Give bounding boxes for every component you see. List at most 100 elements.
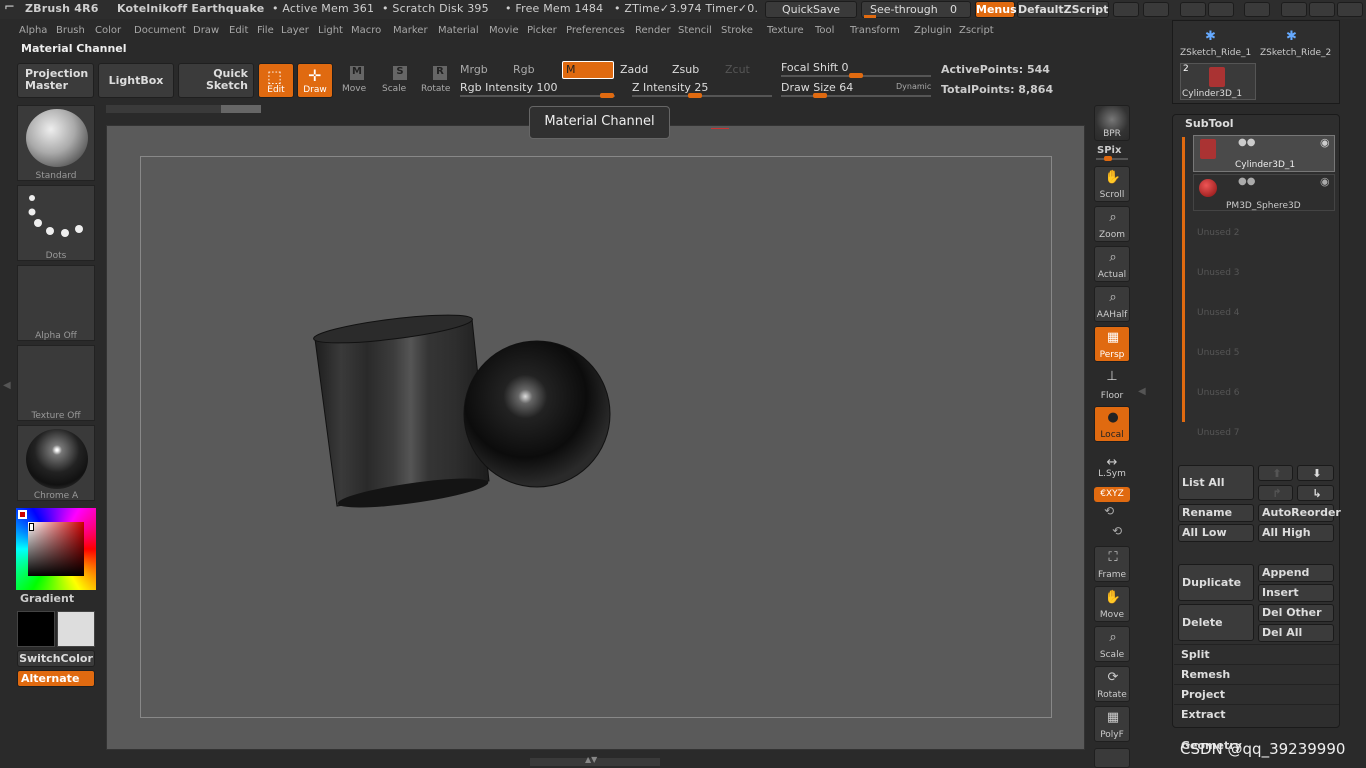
menu-draw[interactable]: Draw: [193, 25, 219, 36]
extract-section[interactable]: Extract: [1174, 704, 1339, 724]
see-through-slider[interactable]: See-through 0: [861, 1, 971, 18]
sphere-mesh[interactable]: [463, 340, 611, 488]
menu-zplugin[interactable]: Zplugin: [914, 25, 952, 36]
close-icon[interactable]: [1337, 2, 1363, 17]
m-button[interactable]: M: [562, 61, 614, 79]
move-up-icon[interactable]: ⬆: [1258, 465, 1293, 481]
menu-transform[interactable]: Transform: [850, 25, 900, 36]
menu-movie[interactable]: Movie: [489, 25, 519, 36]
menu-alpha[interactable]: Alpha: [19, 25, 47, 36]
quicksave-button[interactable]: QuickSave: [765, 1, 857, 18]
focal-shift-knob[interactable]: [849, 73, 863, 78]
left-collapse-icon[interactable]: ◀: [3, 380, 11, 391]
secondary-color-swatch[interactable]: [57, 611, 95, 647]
alpha-panel[interactable]: Alpha Off: [17, 265, 95, 341]
aahalf-button[interactable]: ⌕ AAHalf: [1094, 286, 1130, 322]
menu-stencil[interactable]: Stencil: [678, 25, 712, 36]
mrgb-button[interactable]: Mrgb: [460, 63, 488, 76]
default-zscript-button[interactable]: DefaultZScript: [1017, 1, 1109, 18]
texture-panel[interactable]: Texture Off: [17, 345, 95, 421]
remesh-section[interactable]: Remesh: [1174, 664, 1339, 684]
floor-button[interactable]: ⊥ Floor: [1094, 366, 1130, 402]
transp-button[interactable]: [1094, 748, 1130, 768]
menu-stroke[interactable]: Stroke: [721, 25, 753, 36]
subtool-item-cylinder[interactable]: ●● ◉ Cylinder3D_1: [1193, 135, 1335, 172]
draw-button[interactable]: ✛ Draw: [297, 63, 333, 98]
unused-slot[interactable]: Unused 4: [1197, 308, 1240, 318]
menu-macro[interactable]: Macro: [351, 25, 381, 36]
edit-button[interactable]: ⬚ Edit: [258, 63, 294, 98]
unused-slot[interactable]: Unused 2: [1197, 228, 1240, 238]
project-section[interactable]: Project: [1174, 684, 1339, 704]
delete-button[interactable]: Delete: [1178, 604, 1254, 641]
maximize-icon[interactable]: [1309, 2, 1335, 17]
menu-picker[interactable]: Picker: [527, 25, 557, 36]
subtool-scrollbar[interactable]: [1182, 137, 1185, 422]
rgb-button[interactable]: Rgb: [513, 63, 535, 76]
menu-file[interactable]: File: [257, 25, 274, 36]
brush-panel[interactable]: Standard: [17, 105, 95, 181]
bpr-button[interactable]: BPR: [1094, 105, 1130, 141]
tool-thumb-2[interactable]: ZSketch_Ride_2: [1260, 48, 1331, 58]
move-right-icon[interactable]: ↳: [1297, 485, 1334, 501]
scale-view-button[interactable]: ⌕ Scale: [1094, 626, 1130, 662]
unused-slot[interactable]: Unused 7: [1197, 428, 1240, 438]
layout-icon[interactable]: [1180, 2, 1206, 17]
menu-layer[interactable]: Layer: [281, 25, 309, 36]
del-all-button[interactable]: Del All: [1258, 624, 1334, 642]
local-button[interactable]: ● Local: [1094, 406, 1130, 442]
z-intensity-slider[interactable]: [632, 93, 772, 98]
spix-knob[interactable]: [1104, 156, 1112, 161]
zcut-button[interactable]: Zcut: [725, 63, 750, 76]
menu-render[interactable]: Render: [635, 25, 671, 36]
scroll-button[interactable]: ✋ Scroll: [1094, 166, 1130, 202]
3d-model[interactable]: [107, 126, 1086, 751]
focal-shift-slider[interactable]: [781, 73, 931, 78]
all-high-button[interactable]: All High: [1258, 524, 1334, 542]
spix-slider[interactable]: [1096, 156, 1128, 161]
eye-icon[interactable]: ◉: [1320, 175, 1330, 188]
eye-icon[interactable]: ◉: [1320, 136, 1330, 149]
actual-button[interactable]: ⌕ Actual: [1094, 246, 1130, 282]
append-button[interactable]: Append: [1258, 564, 1334, 582]
color-picker[interactable]: [16, 508, 96, 590]
split-section[interactable]: Split: [1174, 644, 1339, 664]
move-button[interactable]: M Move: [339, 63, 369, 98]
menus-button[interactable]: Menus: [975, 1, 1017, 18]
move-left-icon[interactable]: ↱: [1258, 485, 1293, 501]
draw-size-knob[interactable]: [813, 93, 827, 98]
switch-color-button[interactable]: SwitchColor: [17, 650, 95, 667]
insert-button[interactable]: Insert: [1258, 584, 1334, 602]
lightbox-button[interactable]: LightBox: [98, 63, 174, 98]
rotate-y-icon[interactable]: ⟲: [1104, 504, 1114, 518]
zoom-button[interactable]: ⌕ Zoom: [1094, 206, 1130, 242]
autoreorder-button[interactable]: AutoReorder: [1258, 504, 1341, 522]
rotate-view-button[interactable]: ⟳ Rotate: [1094, 666, 1130, 702]
rotate-z-icon[interactable]: ⟲: [1112, 524, 1122, 538]
menu-edit[interactable]: Edit: [229, 25, 248, 36]
rotate-button[interactable]: R Rotate: [419, 63, 453, 98]
subtool-item-sphere[interactable]: ●● ◉ PM3D_Sphere3D: [1193, 174, 1335, 211]
persp-button[interactable]: ▦ Persp: [1094, 326, 1130, 362]
unused-slot[interactable]: Unused 6: [1197, 388, 1240, 398]
rgb-intensity-slider[interactable]: [460, 93, 615, 98]
menu-tool[interactable]: Tool: [815, 25, 834, 36]
rename-button[interactable]: Rename: [1178, 504, 1254, 522]
menu-light[interactable]: Light: [318, 25, 343, 36]
main-color-swatch[interactable]: [18, 510, 27, 519]
bottom-collapse[interactable]: ▲▼: [530, 755, 660, 766]
dynamic-button[interactable]: Dynamic: [896, 82, 931, 91]
subtool-title[interactable]: SubTool: [1185, 117, 1234, 130]
menu-document[interactable]: Document: [134, 25, 186, 36]
tool-thumb-1[interactable]: ZSketch_Ride_1: [1180, 48, 1251, 58]
rgb-intensity-knob[interactable]: [600, 93, 614, 98]
visibility-toggle-icon[interactable]: ●●: [1238, 137, 1255, 148]
next-icon[interactable]: [1143, 2, 1169, 17]
material-panel[interactable]: Chrome A: [17, 425, 95, 501]
list-all-button[interactable]: List All: [1178, 465, 1254, 500]
del-other-button[interactable]: Del Other: [1258, 604, 1334, 622]
unused-slot[interactable]: Unused 3: [1197, 268, 1240, 278]
cylinder-mesh[interactable]: [312, 309, 490, 513]
menu-texture[interactable]: Texture: [767, 25, 804, 36]
layout2-icon[interactable]: [1208, 2, 1234, 17]
